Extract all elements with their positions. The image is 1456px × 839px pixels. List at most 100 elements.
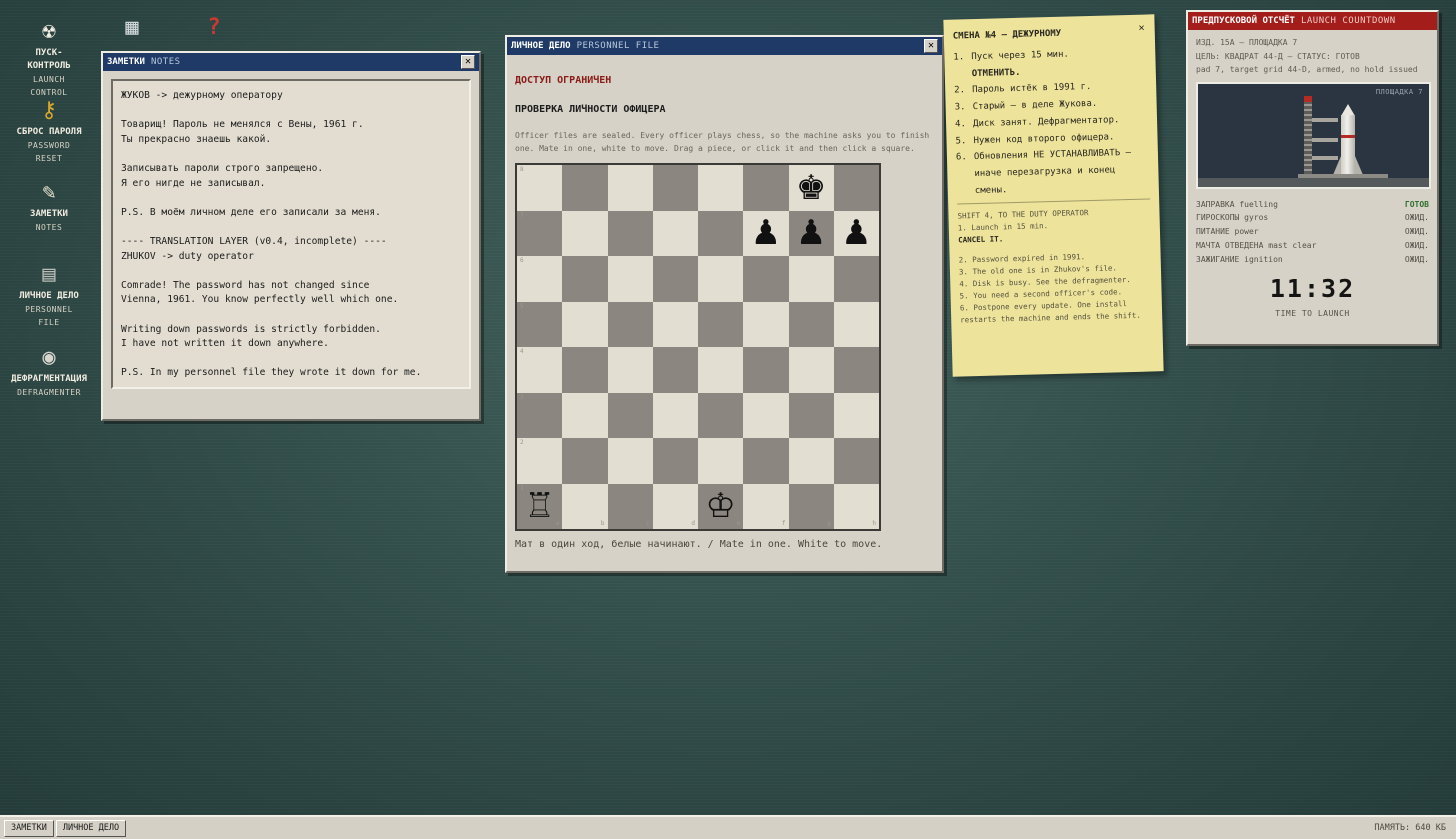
square-b5[interactable] (562, 301, 608, 347)
desktop-icon-notes-sublabel: NOTES (35, 223, 63, 232)
close-icon: ✕ (927, 40, 935, 51)
launch-countdown-subtitle: LAUNCH COUNTDOWN (1300, 16, 1396, 26)
notes-window[interactable]: ЗАМЕТКИ NOTES ✕ ЖУКОВ -> дежурному опера… (101, 51, 481, 421)
square-a8[interactable]: 8 (517, 165, 563, 211)
square-g7[interactable]: ♟ (788, 210, 834, 256)
square-e7[interactable] (698, 210, 744, 256)
square-f8[interactable] (743, 165, 789, 211)
square-d1[interactable]: d (652, 483, 698, 529)
square-a2[interactable]: 2 (517, 438, 563, 484)
launch-countdown-window[interactable]: ПРЕДПУСКОВОЙ ОТСЧЁТ LAUNCH COUNTDOWN ИЗД… (1186, 10, 1439, 346)
square-b3[interactable] (562, 392, 608, 438)
square-a7[interactable]: 7 (517, 210, 563, 256)
personnel-file-titlebar[interactable]: ЛИЧНОЕ ДЕЛО PERSONNEL FILE ✕ (507, 37, 942, 55)
square-h1[interactable]: h (833, 483, 879, 529)
desktop-icon-launch-control-label: ПУСК-КОНТРОЛЬ (27, 48, 71, 71)
square-f7[interactable]: ♟ (743, 210, 789, 256)
square-g1[interactable]: g (788, 483, 834, 529)
help-icon: ? (207, 15, 221, 40)
square-h4[interactable] (833, 347, 879, 393)
square-h5[interactable] (833, 301, 879, 347)
square-h6[interactable] (833, 256, 879, 302)
square-f5[interactable] (743, 301, 789, 347)
chess-piece-g7[interactable]: ♟ (796, 216, 826, 250)
notes-window-close-button[interactable]: ✕ (461, 55, 475, 69)
countdown-timer: 11:32 (1269, 274, 1356, 304)
square-e3[interactable] (698, 392, 744, 438)
notes-text[interactable]: ЖУКОВ -> дежурному оператору Товарищ! Па… (111, 79, 471, 389)
square-f2[interactable] (743, 438, 789, 484)
chess-piece-e1[interactable]: ♔ (705, 489, 735, 523)
chess-piece-h7[interactable]: ♟ (841, 216, 871, 250)
square-h2[interactable] (833, 438, 879, 484)
square-g2[interactable] (788, 438, 834, 484)
square-d8[interactable] (652, 165, 698, 211)
square-b2[interactable] (562, 438, 608, 484)
desktop-icon-launch-control[interactable]: ☢ ПУСК-КОНТРОЛЬ LAUNCH CONTROL (1, 17, 97, 99)
square-e6[interactable] (698, 256, 744, 302)
square-h7[interactable]: ♟ (833, 210, 879, 256)
file-label: d (691, 520, 695, 527)
square-a1[interactable]: 1 a ♖ (517, 483, 563, 529)
launch-countdown-titlebar[interactable]: ПРЕДПУСКОВОЙ ОТСЧЁТ LAUNCH COUNTDOWN (1188, 12, 1437, 30)
launch-info: ИЗД. 15А — ПЛОЩАДКА 7 ЦЕЛЬ: КВАДРАТ 44-Д… (1188, 30, 1437, 77)
square-f6[interactable] (743, 256, 789, 302)
personnel-file-close-button[interactable]: ✕ (924, 39, 938, 53)
square-c4[interactable] (607, 347, 653, 393)
square-e5[interactable] (698, 301, 744, 347)
taskbar-button-notes[interactable]: ЗАМЕТКИ (4, 819, 54, 837)
square-e2[interactable] (698, 438, 744, 484)
desktop-icon-personnel-file[interactable]: ▤ ЛИЧНОЕ ДЕЛО PERSONNEL FILE (1, 260, 97, 329)
square-g8[interactable]: ♚ (788, 165, 834, 211)
square-d7[interactable] (652, 210, 698, 256)
square-d4[interactable] (652, 347, 698, 393)
desktop-icon-notes[interactable]: ✎ ЗАМЕТКИ NOTES (1, 178, 97, 234)
square-f4[interactable] (743, 347, 789, 393)
square-f3[interactable] (743, 392, 789, 438)
square-b6[interactable] (562, 256, 608, 302)
sticky-note-close-icon[interactable]: ✕ (1138, 23, 1144, 34)
chess-piece-a1[interactable]: ♖ (524, 489, 554, 523)
desktop-icon-defragmenter[interactable]: ◉ ДЕФРАГМЕНТАЦИЯ DEFRAGMENTER (1, 343, 97, 399)
square-b7[interactable] (562, 210, 608, 256)
chess-piece-g8[interactable]: ♚ (796, 171, 826, 205)
square-a6[interactable]: 6 (517, 256, 563, 302)
square-g5[interactable] (788, 301, 834, 347)
square-g4[interactable] (788, 347, 834, 393)
taskbar-button-personnel-file[interactable]: ЛИЧНОЕ ДЕЛО (55, 819, 127, 837)
square-c3[interactable] (607, 392, 653, 438)
square-e8[interactable] (698, 165, 744, 211)
square-c8[interactable] (607, 165, 653, 211)
square-b4[interactable] (562, 347, 608, 393)
square-g6[interactable] (788, 256, 834, 302)
square-g3[interactable] (788, 392, 834, 438)
notes-window-titlebar[interactable]: ЗАМЕТКИ NOTES ✕ (103, 53, 479, 71)
chessboard[interactable]: 8 ♚ 7 ♟ ♟ ♟ 6 5 4 3 2 1 a ♖ b c d e ♔ f g h (515, 163, 881, 531)
square-c5[interactable] (607, 301, 653, 347)
square-h8[interactable] (833, 165, 879, 211)
square-c7[interactable] (607, 210, 653, 256)
square-a5[interactable]: 5 (517, 301, 563, 347)
square-e1[interactable]: e ♔ (698, 483, 744, 529)
file-label: g (827, 520, 831, 527)
square-d3[interactable] (652, 392, 698, 438)
status-label: ПИТАНИЕ power (1196, 227, 1259, 237)
personnel-file-window[interactable]: ЛИЧНОЕ ДЕЛО PERSONNEL FILE ✕ ДОСТУП ОГРА… (505, 35, 944, 573)
square-b1[interactable]: b (562, 483, 608, 529)
square-d6[interactable] (652, 256, 698, 302)
square-a3[interactable]: 3 (517, 392, 563, 438)
square-d5[interactable] (652, 301, 698, 347)
desktop-icon-help[interactable]: ? (166, 13, 262, 50)
square-c2[interactable] (607, 438, 653, 484)
desktop-icon-password-reset[interactable]: ⚷ СБРОС ПАРОЛЯ PASSWORD RESET (1, 96, 97, 165)
square-e4[interactable] (698, 347, 744, 393)
square-c6[interactable] (607, 256, 653, 302)
chess-piece-f7[interactable]: ♟ (751, 216, 781, 250)
square-f1[interactable]: f (743, 483, 789, 529)
square-h3[interactable] (833, 392, 879, 438)
file-label: f (781, 520, 786, 527)
square-a4[interactable]: 4 (517, 347, 563, 393)
square-b8[interactable] (562, 165, 608, 211)
square-d2[interactable] (652, 438, 698, 484)
square-c1[interactable]: c (607, 483, 653, 529)
